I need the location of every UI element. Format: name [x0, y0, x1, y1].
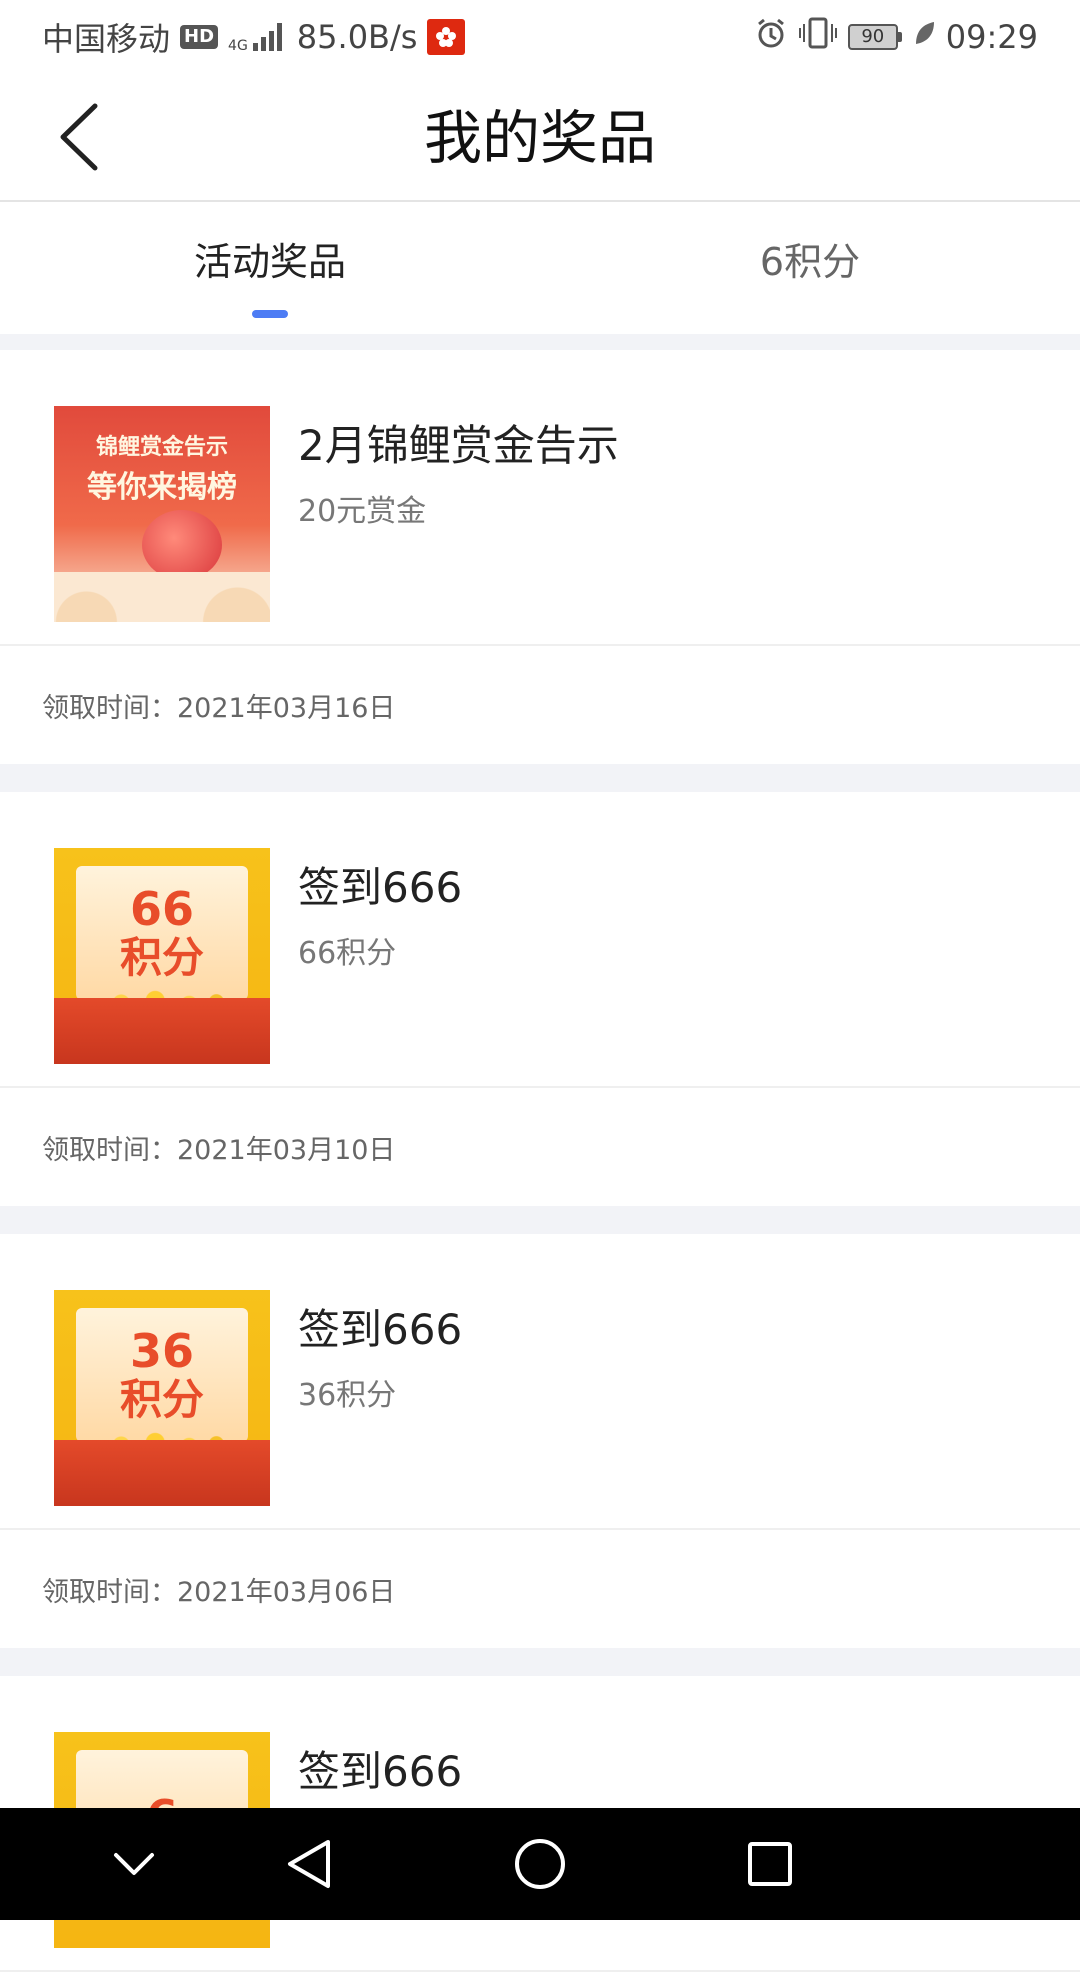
- battery-level: 90: [847, 24, 898, 50]
- claim-time: 领取时间：2021年03月06日: [42, 1576, 396, 1608]
- koi-prize-thumbnail: 锦鲤赏金告示 等你来揭榜: [54, 406, 270, 622]
- leaf-icon: [912, 18, 936, 56]
- alarm-icon: [754, 16, 788, 58]
- coupon-unit: 积分: [119, 1375, 204, 1424]
- tab-points[interactable]: 6积分: [540, 202, 1080, 334]
- prize-item[interactable]: 66 积分 签到666 66积分 领取时间：2021年03月10日: [0, 792, 1080, 1206]
- tab-bar: 活动奖品 6积分: [0, 202, 1080, 334]
- header-bar: 我的奖品: [0, 74, 1080, 202]
- prize-title: 2月锦鲤赏金告示: [298, 421, 619, 470]
- koi-fish-icon: [142, 510, 222, 580]
- network-speed: 85.0B/s: [296, 18, 418, 56]
- prize-title: 签到666: [298, 1305, 463, 1354]
- prize-value: 20元赏金: [298, 494, 427, 529]
- tab-label: 活动奖品: [193, 240, 346, 284]
- coupon-unit: 积分: [119, 933, 204, 982]
- network-type-label: 4G: [228, 38, 248, 54]
- battery-icon: 90: [847, 24, 902, 50]
- hide-nav-button[interactable]: [102, 1832, 166, 1896]
- coupon-amount: 36: [129, 1324, 194, 1378]
- recent-apps-nav-button[interactable]: [738, 1832, 802, 1896]
- carrier-label: 中国移动: [42, 20, 171, 58]
- page-title: 我的奖品: [423, 104, 656, 172]
- status-bar: 中国移动 HD 4G 85.0B/s 90 09:29: [0, 0, 1080, 74]
- status-right: 90 09:29: [754, 16, 1038, 58]
- prize-title: 签到666: [298, 1747, 463, 1796]
- back-nav-button[interactable]: [276, 1832, 340, 1896]
- prize-value: 66积分: [298, 936, 397, 971]
- points-prize-thumbnail: 36 积分: [54, 1290, 270, 1506]
- coupon-amount: 66: [129, 882, 194, 936]
- status-left: 中国移动 HD 4G 85.0B/s: [42, 14, 466, 60]
- claim-time: 领取时间：2021年03月16日: [42, 692, 396, 724]
- square-recents-icon: [748, 1842, 792, 1886]
- claim-time: 领取时间：2021年03月10日: [42, 1134, 396, 1166]
- thumbnail-text: 等你来揭榜: [87, 470, 237, 505]
- prize-title: 签到666: [298, 863, 463, 912]
- chevron-down-icon: [114, 1853, 154, 1875]
- prize-value: 36积分: [298, 1378, 397, 1413]
- tab-active-indicator: [252, 310, 288, 318]
- circle-home-icon: [515, 1839, 565, 1889]
- clock-time: 09:29: [945, 18, 1038, 56]
- home-nav-button[interactable]: [508, 1832, 572, 1896]
- points-prize-thumbnail: 66 积分: [54, 848, 270, 1064]
- tab-activity-prizes[interactable]: 活动奖品: [0, 202, 540, 334]
- system-nav-bar: [0, 1808, 1080, 1920]
- triangle-back-icon: [288, 1840, 330, 1888]
- tab-label: 6积分: [759, 240, 861, 284]
- vibrate-icon: [798, 16, 838, 58]
- hd-icon: HD: [180, 25, 219, 49]
- prize-item[interactable]: 36 积分 签到666 36积分 领取时间：2021年03月06日: [0, 1234, 1080, 1648]
- thumbnail-text: 锦鲤赏金告示: [95, 435, 228, 460]
- signal-icon: 4G: [228, 21, 287, 53]
- prize-item[interactable]: 锦鲤赏金告示 等你来揭榜 2月锦鲤赏金告示 20元赏金 领取时间：2021年03…: [0, 350, 1080, 764]
- hk-flag-icon: [427, 19, 466, 55]
- prize-list: 锦鲤赏金告示 等你来揭榜 2月锦鲤赏金告示 20元赏金 领取时间：2021年03…: [0, 334, 1080, 1972]
